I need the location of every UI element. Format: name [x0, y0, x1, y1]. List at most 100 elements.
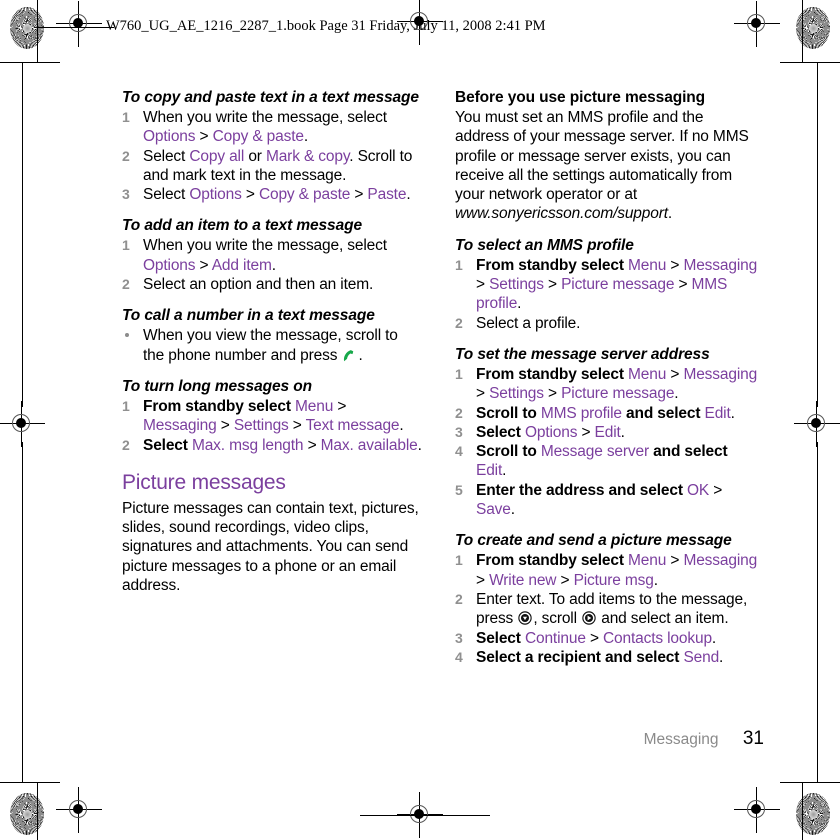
procedure-step-list: 1 From standby select Menu > Messaging > … — [455, 551, 760, 667]
body-text-run: . — [303, 128, 309, 146]
body-text-run: . — [406, 186, 411, 204]
trim-rule-left-horizontal-bottom — [0, 782, 60, 783]
procedure-step: 1 From standby select Menu > Messaging > … — [455, 551, 760, 590]
trim-rule-right-vertical-mid — [817, 62, 818, 407]
body-text-run: . — [620, 423, 625, 441]
body-text-run: You must set an MMS profile and the addr… — [455, 109, 749, 204]
ui-reference-text: Edit — [476, 462, 503, 480]
trim-rule-bottom-center-horizontal — [360, 815, 490, 816]
right-text-column: Before you use picture messaging You must… — [455, 88, 760, 667]
step-number: 1 — [122, 109, 130, 125]
step-number: 1 — [455, 552, 463, 569]
procedure-heading: To turn long messages on — [122, 377, 312, 395]
ui-reference-text: Copy & paste — [212, 128, 304, 146]
body-text-run: > — [709, 481, 723, 499]
ui-reference-text: Options — [189, 186, 242, 204]
procedure-step: 1 When you write the message, select Opti… — [122, 108, 422, 147]
body-text-run: . — [711, 629, 717, 647]
procedure-step-list: 1 When you write the message, select Opti… — [122, 236, 422, 294]
step-bullet — [125, 333, 129, 338]
ui-reference-text: Menu — [628, 552, 667, 570]
ui-reference-text: MMS profile — [540, 404, 622, 422]
section-paragraph: Picture messages can contain text, pictu… — [122, 499, 419, 595]
procedure-step: 2 Scroll to MMS profile and select Edit. — [455, 404, 760, 423]
procedure-heading: To call a number in a text message — [122, 307, 375, 325]
body-text-run: . — [399, 417, 404, 435]
body-text-run: > — [333, 397, 347, 415]
trim-rule-left-horizontal-top — [0, 62, 60, 63]
ui-reference-text: Max. available — [320, 436, 418, 454]
body-text-run: > — [288, 417, 306, 435]
procedure-step: 3 Select Options > Edit. — [455, 423, 760, 442]
ui-reference-text: Menu — [295, 397, 334, 415]
emphasis-text: Select — [143, 436, 192, 454]
ui-reference-text: Menu — [628, 365, 667, 383]
print-calibration-starburst-bottom-left — [10, 793, 44, 835]
body-text-run: When you write the message, select — [143, 237, 387, 255]
trim-rule-left-vertical-mid — [22, 62, 23, 407]
procedure-step: 1 From standby select Menu > Messaging > … — [122, 397, 422, 436]
ui-reference-text: Contacts lookup — [603, 629, 712, 647]
procedure-heading: To set the message server address — [455, 345, 710, 363]
ui-reference-text: OK — [687, 481, 710, 499]
step-number: 2 — [122, 436, 130, 453]
step-number: 1 — [122, 237, 130, 254]
emphasis-text: Scroll to — [476, 443, 541, 461]
body-text-run: When you write the message, select — [143, 109, 387, 126]
trim-rule-left-vertical-top — [37, 0, 38, 62]
procedure-step: 1 From standby select Menu > Messaging > … — [455, 365, 760, 404]
ui-reference-text: Add item — [211, 256, 272, 274]
body-text-run: > — [666, 552, 684, 570]
procedure-step: 2 Enter text. To add items to the message… — [455, 590, 760, 629]
procedure-step: When you view the message, scroll to the… — [122, 326, 422, 365]
body-text-run: > — [674, 276, 692, 294]
procedure-heading: To add an item to a text message — [122, 217, 362, 235]
body-text-run: . — [502, 462, 507, 480]
body-text-run: . — [667, 205, 673, 223]
registration-mark-left-middle — [0, 401, 45, 447]
emphasis-text: Select — [476, 423, 525, 441]
trim-rule-right-horizontal-top — [780, 62, 840, 63]
document-header: W760_UG_AE_1216_2287_1.book Page 31 Frid… — [38, 18, 546, 35]
procedure-step-list: 1 From standby select Menu > Messaging > … — [455, 365, 760, 519]
navigation-key-down-icon — [518, 611, 533, 625]
step-number: 2 — [122, 276, 130, 293]
procedure-step: 4 Scroll to Message server and select Edi… — [455, 442, 760, 481]
registration-mark-bottom-right — [734, 787, 780, 833]
procedure-heading: To copy and paste text in a text message — [122, 89, 419, 106]
note-heading: Before you use picture messaging — [455, 89, 706, 106]
ui-reference-text: Options — [143, 128, 196, 146]
body-text-run: . — [730, 404, 735, 422]
ui-reference-text: Options — [524, 423, 578, 441]
ui-reference-text: Picture message — [561, 276, 675, 294]
emphasis-text: and select — [649, 443, 728, 461]
emphasis-text: Enter the address and select — [476, 481, 688, 499]
procedure-step: 5 Enter the address and select OK > Save. — [455, 481, 760, 520]
registration-mark-bottom-left — [56, 787, 102, 833]
body-text-run: > — [476, 276, 490, 294]
step-number: 2 — [122, 147, 130, 164]
procedure-heading: To create and send a picture message — [455, 532, 732, 550]
body-text-run: > — [195, 128, 213, 146]
body-text-run: . — [510, 501, 515, 519]
navigation-key-right-icon — [582, 611, 596, 625]
procedure-step-list: 1 When you write the message, select Opti… — [122, 108, 422, 204]
ui-reference-text: Settings — [489, 276, 544, 294]
body-text-run: Select — [143, 186, 190, 204]
left-text-column: To copy and paste text in a text message… — [122, 88, 422, 595]
body-text-run: > — [577, 423, 595, 441]
header-leader-line — [38, 27, 114, 28]
body-text-run: > — [666, 256, 684, 274]
call-handset-icon — [344, 349, 354, 361]
body-text-run: . — [517, 295, 522, 313]
ui-reference-text: Picture message — [561, 385, 675, 403]
ui-reference-text: Message server — [540, 443, 649, 461]
note-paragraph: You must set an MMS profile and the addr… — [455, 108, 760, 224]
procedure-step: 3 Select Options > Copy & paste > Paste. — [122, 185, 422, 204]
registration-mark-top-left — [56, 1, 102, 47]
body-text-run: Select — [143, 147, 190, 165]
body-text-run: . — [653, 571, 658, 589]
